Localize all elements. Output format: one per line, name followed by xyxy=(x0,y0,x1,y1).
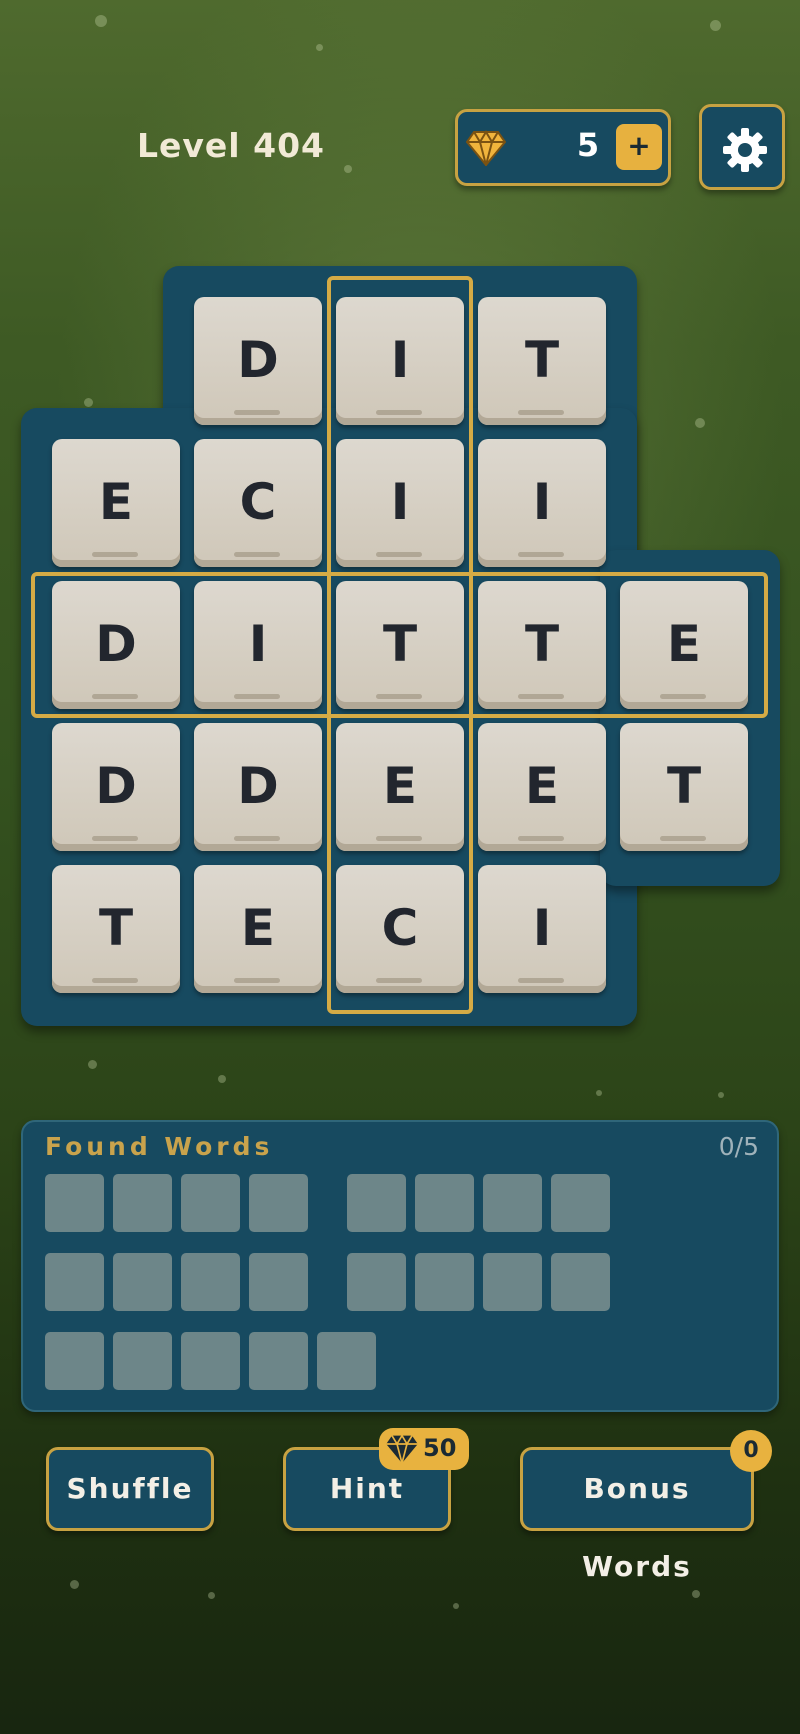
gem-counter: 5 + xyxy=(455,109,671,186)
background-speck xyxy=(596,1090,602,1096)
background-speck xyxy=(718,1092,724,1098)
found-words-title: Found Words xyxy=(45,1132,274,1161)
letter-tile[interactable]: C xyxy=(194,439,322,567)
letter-tile[interactable]: E xyxy=(478,723,606,851)
word-letter-slot xyxy=(249,1253,308,1311)
add-gems-button[interactable]: + xyxy=(616,124,662,170)
letter-tile[interactable]: D xyxy=(52,723,180,851)
word-letter-slot xyxy=(113,1253,172,1311)
diamond-icon xyxy=(386,1434,418,1464)
background-speck xyxy=(344,165,352,173)
word-letter-slot xyxy=(415,1253,474,1311)
word-letter-slot xyxy=(483,1253,542,1311)
letter-tile[interactable]: T xyxy=(620,723,748,851)
background-speck xyxy=(88,1060,97,1069)
word-letter-slot xyxy=(249,1174,308,1232)
bonus-count-badge: 0 xyxy=(730,1430,772,1472)
word-letter-slot xyxy=(551,1174,610,1232)
letter-tile[interactable]: T xyxy=(478,297,606,425)
background-speck xyxy=(695,418,705,428)
background-speck xyxy=(208,1592,215,1599)
background-speck xyxy=(453,1603,459,1609)
background-speck xyxy=(316,44,323,51)
background-speck xyxy=(95,15,107,27)
word-letter-slot xyxy=(347,1253,406,1311)
word-letter-slot xyxy=(181,1174,240,1232)
word-letter-slot xyxy=(317,1332,376,1390)
word-letter-slot xyxy=(181,1332,240,1390)
background-speck xyxy=(710,20,721,31)
letter-tile[interactable]: T xyxy=(52,865,180,993)
bonus-words-button[interactable]: Bonus Words xyxy=(520,1447,754,1583)
word-letter-slot xyxy=(551,1253,610,1311)
letter-tile[interactable]: E xyxy=(52,439,180,567)
word-letter-slot xyxy=(347,1174,406,1232)
settings-button[interactable] xyxy=(699,104,785,190)
letter-tile[interactable]: D xyxy=(194,297,322,425)
word-letter-slot xyxy=(415,1174,474,1232)
word-letter-slot xyxy=(249,1332,308,1390)
word-letter-slot xyxy=(45,1253,104,1311)
background-speck xyxy=(218,1075,226,1083)
word-letter-slot xyxy=(483,1174,542,1232)
row-highlight xyxy=(31,572,768,718)
hint-cost-badge: 50 xyxy=(379,1428,469,1470)
diamond-icon xyxy=(466,130,506,166)
letter-tile[interactable]: I xyxy=(478,865,606,993)
letter-tile[interactable]: D xyxy=(194,723,322,851)
found-words-panel: Found Words 0/5 xyxy=(21,1120,779,1412)
hint-cost: 50 xyxy=(423,1434,457,1462)
shuffle-button[interactable]: Shuffle xyxy=(46,1447,214,1531)
word-letter-slot xyxy=(181,1253,240,1311)
background-speck xyxy=(70,1580,79,1589)
word-letter-slot xyxy=(113,1332,172,1390)
word-letter-slot xyxy=(45,1174,104,1232)
letter-tile[interactable]: E xyxy=(194,865,322,993)
background-speck xyxy=(84,398,93,407)
word-letter-slot xyxy=(113,1174,172,1232)
letter-tile[interactable]: I xyxy=(478,439,606,567)
gear-icon xyxy=(723,128,767,172)
level-title: Level 404 xyxy=(137,126,325,165)
found-words-progress: 0/5 xyxy=(718,1132,759,1161)
word-letter-slot xyxy=(45,1332,104,1390)
background-speck xyxy=(692,1590,700,1598)
